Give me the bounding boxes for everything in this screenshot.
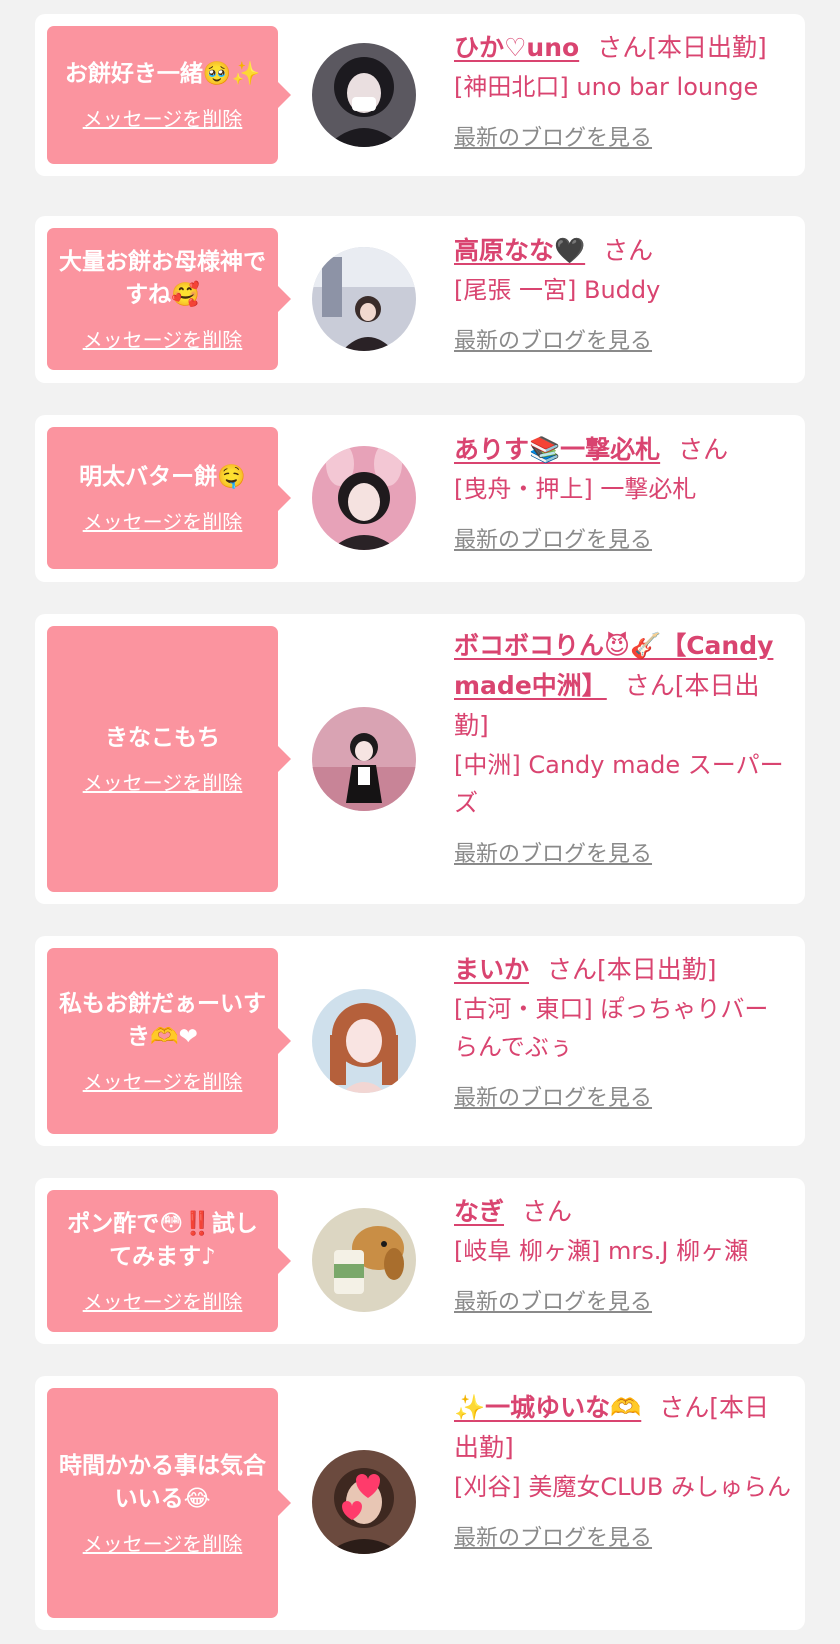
profile-name-link[interactable]: ✨一城ゆいな🫶 (454, 1393, 641, 1422)
profile-name-link[interactable]: ありす📚一撃必札 (454, 435, 660, 464)
shop-label: [曳舟・押上] 一撃必札 (454, 475, 697, 503)
profile-name-link[interactable]: なぎ (454, 1197, 504, 1226)
delete-message-link[interactable]: メッセージを削除 (83, 1066, 243, 1095)
delete-message-link[interactable]: メッセージを削除 (83, 1286, 243, 1315)
honorific: さん (659, 1393, 710, 1422)
message-bubble: 明太バター餅🤤 メッセージを削除 (47, 427, 291, 569)
view-blog-link[interactable]: 最新のブログを見る (454, 522, 652, 554)
view-blog-link[interactable]: 最新のブログを見る (454, 1080, 652, 1112)
delete-message-link[interactable]: メッセージを削除 (83, 103, 243, 132)
avatar[interactable] (312, 707, 416, 811)
shop-label: [中洲] Candy made スーパーズ (454, 751, 784, 817)
avatar[interactable] (312, 989, 416, 1093)
view-blog-link[interactable]: 最新のブログを見る (454, 120, 652, 152)
message-card: 私もお餅だぁーいすき🫶❤ メッセージを削除 まいか さん[本日出勤] [古河・東口… (35, 936, 805, 1146)
honorific: さん (522, 1197, 573, 1226)
avatar[interactable] (312, 1208, 416, 1312)
honorific: さん (603, 236, 654, 265)
shop-label: [尾張 一宮] Buddy (454, 276, 661, 304)
work-status: [本日出勤] (647, 33, 767, 62)
view-blog-link[interactable]: 最新のブログを見る (454, 836, 652, 868)
profile-info: ✨一城ゆいな🫶 さん[本日出勤] [刈谷] 美魔女CLUB みしゅらん 最新のブロ… (454, 1388, 794, 1552)
message-text: 大量お餅お母様神ですね🥰 (59, 248, 266, 308)
delete-message-link[interactable]: メッセージを削除 (83, 506, 243, 535)
profile-name-link[interactable]: ひか♡uno (454, 33, 579, 62)
profile-info: ひか♡uno さん[本日出勤] [神田北口] uno bar lounge 最新の… (454, 28, 794, 152)
message-card: 大量お餅お母様神ですね🥰 メッセージを削除 高原なな🖤 さん [尾張 一宮] Bu… (35, 216, 805, 383)
avatar[interactable] (312, 247, 416, 351)
avatar[interactable] (312, 446, 416, 550)
message-text: 明太バター餅🤤 (79, 464, 246, 490)
message-text: きなこもち (105, 725, 220, 751)
message-bubble: 私もお餅だぁーいすき🫶❤ メッセージを削除 (47, 948, 291, 1134)
shop-label: [古河・東口] ぽっちゃりバー らんでぶぅ (454, 995, 769, 1061)
message-card: 明太バター餅🤤 メッセージを削除 ありす📚一撃必札 さん [曳舟・押上] 一撃必札… (35, 415, 805, 582)
view-blog-link[interactable]: 最新のブログを見る (454, 1520, 652, 1552)
message-text: お餅好き一緒🥹✨ (64, 61, 261, 87)
honorific: さん (678, 435, 729, 464)
message-text: 時間かかる事は気合いいる😂 (59, 1452, 266, 1512)
delete-message-link[interactable]: メッセージを削除 (83, 324, 243, 353)
message-card: ポン酢で😳‼️試してみます♪ メッセージを削除 なぎ さん [岐阜 柳ヶ瀬] mr… (35, 1178, 805, 1344)
message-bubble: お餅好き一緒🥹✨ メッセージを削除 (47, 26, 291, 164)
shop-label: [神田北口] uno bar lounge (454, 73, 759, 101)
message-text: ポン酢で😳‼️試してみます♪ (67, 1210, 258, 1270)
avatar[interactable] (312, 1450, 416, 1554)
honorific: さん (597, 33, 648, 62)
delete-message-link[interactable]: メッセージを削除 (83, 1528, 243, 1557)
profile-info: 高原なな🖤 さん [尾張 一宮] Buddy 最新のブログを見る (454, 231, 794, 355)
profile-name-link[interactable]: 高原なな🖤 (454, 236, 585, 265)
message-card: お餅好き一緒🥹✨ メッセージを削除 ひか♡uno さん[本日出勤] [神田北口] … (35, 14, 805, 176)
work-status: [本日出勤] (597, 955, 717, 984)
message-bubble: きなこもち メッセージを削除 (47, 626, 291, 892)
profile-info: まいか さん[本日出勤] [古河・東口] ぽっちゃりバー らんでぶぅ 最新のブログ… (454, 950, 794, 1112)
message-bubble: 大量お餅お母様神ですね🥰 メッセージを削除 (47, 228, 291, 370)
honorific: さん (624, 671, 675, 700)
profile-info: ボコボコりん😈🎸【Candy made中洲】 さん[本日出勤] [中洲] Cand… (454, 626, 794, 868)
message-text: 私もお餅だぁーいすき🫶❤ (59, 990, 266, 1050)
delete-message-link[interactable]: メッセージを削除 (83, 767, 243, 796)
view-blog-link[interactable]: 最新のブログを見る (454, 1284, 652, 1316)
profile-info: ありす📚一撃必札 さん [曳舟・押上] 一撃必札 最新のブログを見る (454, 430, 794, 554)
profile-info: なぎ さん [岐阜 柳ヶ瀬] mrs.J 柳ヶ瀬 最新のブログを見る (454, 1192, 794, 1316)
message-bubble: ポン酢で😳‼️試してみます♪ メッセージを削除 (47, 1190, 291, 1332)
shop-label: [岐阜 柳ヶ瀬] mrs.J 柳ヶ瀬 (454, 1237, 749, 1265)
message-card: 時間かかる事は気合いいる😂 メッセージを削除 ✨一城ゆいな🫶 さん[本日出勤] [… (35, 1376, 805, 1630)
message-list: お餅好き一緒🥹✨ メッセージを削除 ひか♡uno さん[本日出勤] [神田北口] … (0, 0, 840, 1644)
profile-name-link[interactable]: まいか (454, 955, 529, 984)
message-bubble: 時間かかる事は気合いいる😂 メッセージを削除 (47, 1388, 291, 1618)
message-card: きなこもち メッセージを削除 ボコボコりん😈🎸【Candy made中洲】 さん[… (35, 614, 805, 904)
shop-label: [刈谷] 美魔女CLUB みしゅらん (454, 1473, 791, 1501)
honorific: さん (547, 955, 598, 984)
avatar[interactable] (312, 43, 416, 147)
view-blog-link[interactable]: 最新のブログを見る (454, 323, 652, 355)
